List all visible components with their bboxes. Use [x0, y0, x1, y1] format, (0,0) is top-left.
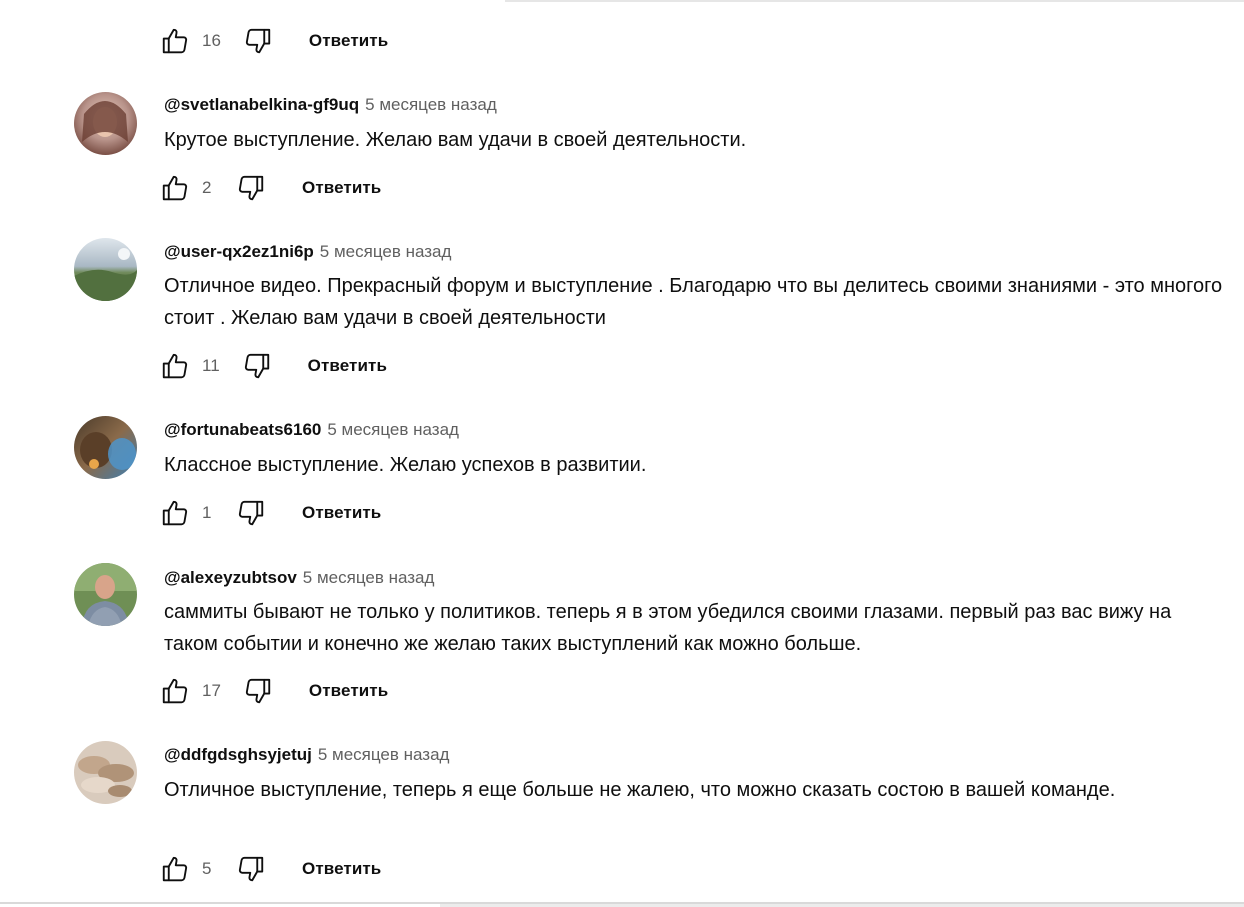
comment-header: @ddfgdsghsyjetuj 5 месяцев назад — [164, 745, 449, 765]
comment-actions: 17 Ответить — [160, 676, 388, 706]
timestamp[interactable]: 5 месяцев назад — [327, 420, 459, 439]
reply-button[interactable]: Ответить — [302, 178, 381, 198]
dislike-icon[interactable] — [236, 498, 266, 528]
comment-actions: 1 Ответить — [160, 498, 381, 528]
like-icon[interactable] — [160, 351, 190, 381]
comment-text: Отличное выступление, теперь я еще больш… — [164, 779, 1116, 801]
timestamp[interactable]: 5 месяцев назад — [320, 242, 452, 261]
like-icon[interactable] — [160, 676, 190, 706]
reply-button[interactable]: Ответить — [309, 31, 388, 51]
comment-text: Крутое выступление. Желаю вам удачи в св… — [164, 129, 747, 151]
avatar[interactable] — [74, 741, 137, 804]
author-name[interactable]: @ddfgdsghsyjetuj — [164, 745, 312, 764]
timestamp[interactable]: 5 месяцев назад — [303, 568, 435, 587]
comment-text: Классное выступление. Желаю успехов в ра… — [164, 454, 647, 476]
avatar[interactable] — [74, 238, 137, 301]
like-count: 5 — [202, 859, 212, 878]
timestamp[interactable]: 5 месяцев назад — [365, 95, 497, 114]
dislike-icon[interactable] — [236, 854, 266, 884]
like-icon[interactable] — [160, 854, 190, 884]
comment-actions: 2 Ответить — [160, 173, 381, 203]
comment-header: @user-qx2ez1ni6p 5 месяцев назад — [164, 242, 451, 262]
like-count: 1 — [202, 503, 212, 522]
avatar[interactable] — [74, 92, 137, 155]
timestamp[interactable]: 5 месяцев назад — [318, 745, 450, 764]
avatar[interactable] — [74, 416, 137, 479]
like-count: 11 — [202, 356, 220, 375]
like-icon[interactable] — [160, 173, 190, 203]
top-divider — [505, 0, 1244, 2]
reply-button[interactable]: Ответить — [302, 859, 381, 879]
dislike-icon[interactable] — [243, 26, 273, 56]
comment-actions: 11 Ответить — [160, 351, 387, 381]
comment-header: @fortunabeats6160 5 месяцев назад — [164, 420, 459, 440]
comment-header: @alexeyzubtsov 5 месяцев назад — [164, 568, 434, 588]
dislike-icon[interactable] — [243, 676, 273, 706]
reply-button[interactable]: Ответить — [308, 356, 387, 376]
author-name[interactable]: @user-qx2ez1ni6p — [164, 242, 314, 261]
like-count: 16 — [202, 31, 221, 50]
comment-actions: 5 Ответить — [160, 854, 381, 884]
reply-button[interactable]: Ответить — [302, 503, 381, 523]
comment-header: @svetlanabelkina-gf9uq 5 месяцев назад — [164, 95, 497, 115]
like-icon[interactable] — [160, 498, 190, 528]
reply-button[interactable]: Ответить — [309, 681, 388, 701]
dislike-icon[interactable] — [236, 173, 266, 203]
dislike-icon[interactable] — [242, 351, 272, 381]
comment-text: саммиты бывают не только у политиков. те… — [164, 601, 1172, 655]
like-icon[interactable] — [160, 26, 190, 56]
comment-text: Отличное видео. Прекрасный форум и высту… — [164, 275, 1223, 329]
author-name[interactable]: @alexeyzubtsov — [164, 568, 297, 587]
author-name[interactable]: @svetlanabelkina-gf9uq — [164, 95, 359, 114]
avatar[interactable] — [74, 563, 137, 626]
author-name[interactable]: @fortunabeats6160 — [164, 420, 321, 439]
comment-actions: 16 Ответить — [160, 26, 388, 56]
like-count: 2 — [202, 178, 212, 197]
like-count: 17 — [202, 681, 221, 700]
